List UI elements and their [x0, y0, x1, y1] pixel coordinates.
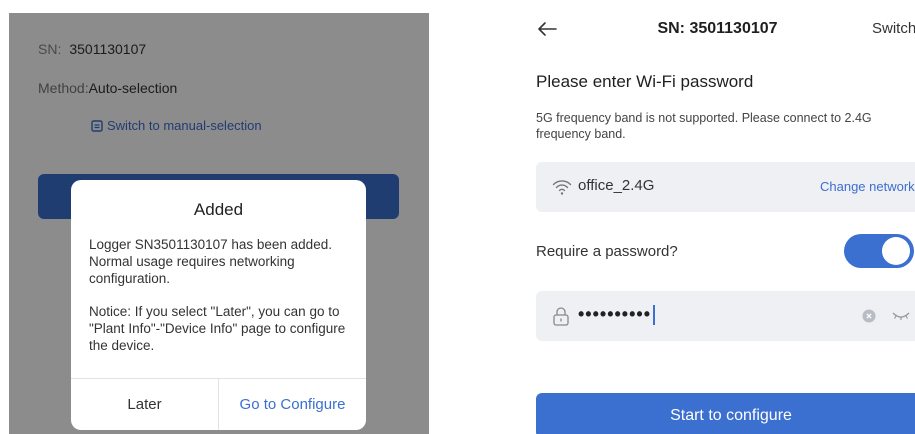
later-button[interactable]: Later — [71, 379, 219, 430]
password-value[interactable]: •••••••••• — [578, 304, 656, 326]
right-screen: SN: 3501130107 Switch Please enter Wi-Fi… — [520, 0, 915, 434]
network-field: office_2.4G Change network — [536, 162, 915, 212]
eye-closed-icon[interactable] — [892, 311, 910, 321]
added-dialog: Added Logger SN3501130107 has been added… — [71, 180, 366, 430]
toggle-knob — [882, 237, 910, 265]
start-configure-button[interactable]: Start to configure — [536, 393, 915, 434]
password-field[interactable]: •••••••••• — [536, 291, 915, 341]
require-password-toggle[interactable] — [844, 234, 914, 268]
dialog-actions: Later Go to Configure — [71, 378, 366, 430]
clear-icon[interactable] — [862, 309, 876, 323]
dialog-title: Added — [193, 200, 244, 219]
dialog-message: Logger SN3501130107 has been added. Norm… — [89, 237, 332, 286]
dialog-notice: Notice: If you select "Later", you can g… — [89, 304, 346, 353]
left-screen: SN: 3501130107 Method:Auto-selection Swit… — [9, 13, 429, 434]
password-mask: •••••••••• — [578, 304, 652, 324]
dialog-body: Logger SN3501130107 has been added. Norm… — [89, 236, 350, 354]
switch-button[interactable]: Switch — [872, 20, 915, 37]
network-name: office_2.4G — [578, 177, 655, 194]
frequency-note: 5G frequency band is not supported. Plea… — [536, 111, 872, 141]
lock-icon — [553, 307, 569, 326]
wifi-icon — [552, 180, 572, 195]
screenshot-root: SN: 3501130107 Method:Auto-selection Swit… — [0, 0, 915, 434]
page-title: SN: 3501130107 — [657, 20, 778, 37]
top-bar: SN: 3501130107 Switch — [520, 10, 915, 50]
require-password-label: Require a password? — [536, 243, 678, 260]
go-to-configure-button[interactable]: Go to Configure — [219, 379, 366, 430]
wifi-password-heading: Please enter Wi-Fi password — [536, 72, 754, 91]
text-caret — [653, 305, 656, 326]
change-network-link[interactable]: Change network — [820, 179, 915, 194]
